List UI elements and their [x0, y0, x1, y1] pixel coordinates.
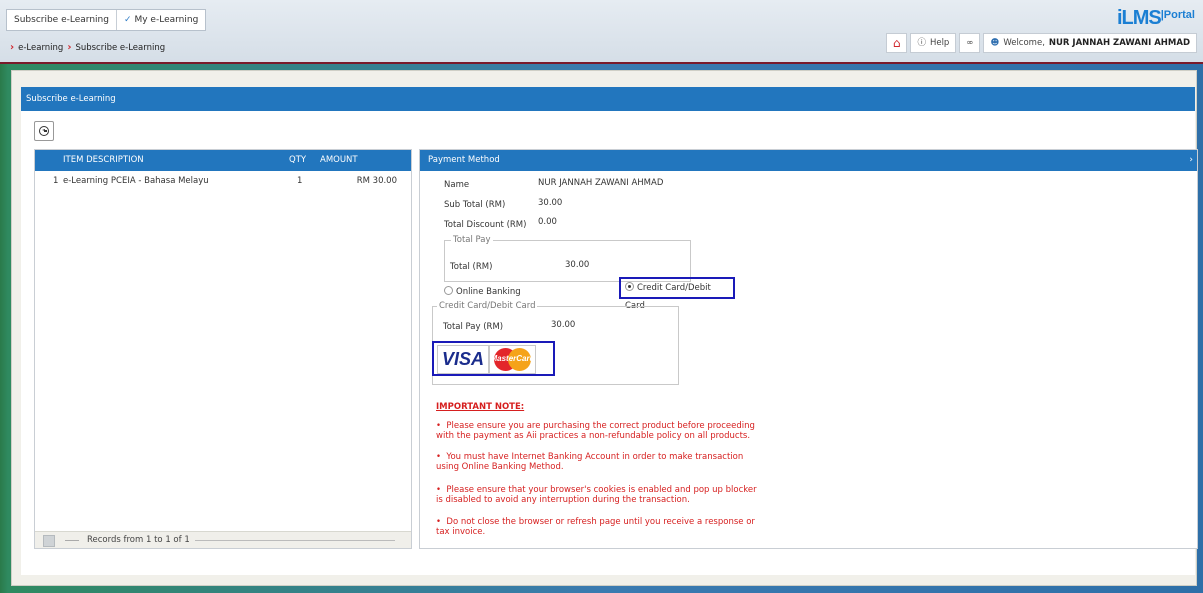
row-amount: RM 30.00	[356, 176, 397, 186]
card-legend: Credit Card/Debit Card	[437, 301, 538, 311]
back-button[interactable]	[34, 121, 54, 141]
note-text: You must have Internet Banking Account i…	[436, 452, 744, 472]
total-pay-fieldset: Total Pay Total (RM) 30.00	[444, 235, 691, 282]
column-header-description: ITEM DESCRIPTION	[63, 155, 144, 165]
total-label: Total (RM)	[450, 262, 493, 272]
divider	[65, 540, 79, 541]
panel-title: Subscribe e-Learning	[21, 87, 1195, 111]
note-item: • Please ensure that your browser's cook…	[436, 485, 766, 505]
help-label: Help	[929, 38, 950, 48]
user-icon: ☻	[990, 38, 1000, 48]
bullet: •	[436, 452, 447, 462]
radio-selected-icon	[625, 282, 634, 291]
items-table: ITEM DESCRIPTION QTY AMOUNT 1 e-Learning…	[34, 149, 412, 549]
radio-credit-card[interactable]: Credit Card/Debit Card	[619, 277, 735, 311]
card-total-value: 30.00	[551, 320, 576, 330]
bullet: •	[436, 517, 447, 527]
subtotal-label: Sub Total (RM)	[444, 200, 506, 210]
chevron-right-icon: ›	[1189, 155, 1193, 165]
mastercard-text: MasterCard	[490, 354, 535, 363]
user-profile[interactable]: ☻ Welcome, NUR JANNAH ZAWANI AHMAD	[983, 33, 1197, 53]
row-number: 1	[53, 176, 59, 186]
radio-icon	[444, 286, 453, 295]
table-footer: Records from 1 to 1 of 1	[35, 531, 411, 548]
note-item: • Please ensure you are purchasing the c…	[436, 421, 766, 441]
help-icon: ⓘ	[917, 38, 926, 48]
chevron-right-icon: ›	[67, 42, 72, 53]
items-table-header: ITEM DESCRIPTION QTY AMOUNT	[35, 150, 411, 171]
subscribe-panel: Subscribe e-Learning ITEM DESCRIPTION QT…	[21, 87, 1198, 575]
pagination-icon[interactable]	[43, 535, 55, 547]
breadcrumb-item-elearning[interactable]: e-Learning	[18, 43, 63, 53]
payment-method-panel: Payment Method › Name NUR JANNAH ZAWANI …	[419, 149, 1198, 549]
online-banking-label: Online Banking	[456, 287, 521, 297]
home-button[interactable]: ⌂	[885, 33, 908, 53]
link-icon: ∞	[966, 38, 974, 48]
settings-button[interactable]: ∞	[959, 33, 981, 53]
important-note-title: IMPORTANT NOTE:	[436, 402, 525, 412]
main-content: Subscribe e-Learning ITEM DESCRIPTION QT…	[11, 70, 1198, 586]
payment-method-title: Payment Method	[428, 155, 500, 165]
subtotal-value: 30.00	[538, 198, 563, 208]
user-name: NUR JANNAH ZAWANI AHMAD	[1048, 38, 1190, 48]
name-value: NUR JANNAH ZAWANI AHMAD	[538, 178, 664, 188]
discount-label: Total Discount (RM)	[444, 220, 527, 230]
chevron-right-icon: ›	[10, 42, 15, 53]
welcome-prefix: Welcome,	[1003, 38, 1045, 48]
breadcrumb: › e-Learning › Subscribe e-Learning	[10, 42, 165, 53]
records-count: Records from 1 to 1 of 1	[87, 535, 190, 545]
help-button[interactable]: ⓘ Help	[910, 33, 957, 53]
chevron-down-icon: ✓	[123, 15, 132, 25]
back-arrow-icon	[39, 126, 49, 136]
home-icon: ⌂	[892, 36, 901, 50]
logo-main: iLMS	[1116, 7, 1162, 29]
bullet: •	[436, 421, 447, 431]
total-pay-legend: Total Pay	[451, 235, 493, 245]
divider	[195, 540, 395, 541]
mastercard-logo: MasterCard	[489, 345, 536, 374]
radio-online-banking[interactable]: Online Banking	[444, 286, 521, 297]
note-text: Please ensure that your browser's cookie…	[436, 485, 757, 505]
note-item: • Do not close the browser or refresh pa…	[436, 517, 766, 537]
total-value: 30.00	[565, 260, 590, 270]
column-header-amount: AMOUNT	[320, 155, 358, 165]
visa-logo: VISA	[437, 345, 489, 374]
logo-suffix: |Portal	[1160, 9, 1195, 21]
ilms-logo: iLMS|Portal	[1117, 7, 1195, 30]
row-description: e-Learning PCEIA - Bahasa Melayu	[63, 176, 209, 186]
table-row[interactable]: 1 e-Learning PCEIA - Bahasa Melayu 1 RM …	[35, 174, 411, 188]
tab-my-elearning[interactable]: ✓ My e-Learning	[115, 10, 205, 30]
top-tabs: Subscribe e-Learning ✓ My e-Learning	[6, 9, 207, 31]
breadcrumb-item-subscribe[interactable]: Subscribe e-Learning	[75, 43, 165, 53]
top-bar: Subscribe e-Learning ✓ My e-Learning › e-…	[0, 0, 1203, 64]
row-qty: 1	[297, 176, 303, 186]
card-logos[interactable]: VISA MasterCard	[432, 341, 555, 376]
card-total-label: Total Pay (RM)	[443, 322, 504, 332]
name-label: Name	[444, 180, 470, 190]
bullet: •	[436, 485, 447, 495]
tab-label: My e-Learning	[134, 15, 199, 25]
note-text: Do not close the browser or refresh page…	[436, 517, 755, 537]
payment-method-header[interactable]: Payment Method ›	[420, 150, 1197, 171]
tab-label: Subscribe e-Learning	[14, 15, 109, 25]
note-item: • You must have Internet Banking Account…	[436, 452, 766, 472]
user-bar: ⌂ ⓘ Help ∞ ☻ Welcome, NUR JANNAH ZAWANI AHM…	[883, 33, 1197, 53]
discount-value: 0.00	[538, 217, 557, 227]
note-text: Please ensure you are purchasing the cor…	[436, 421, 755, 441]
tab-subscribe-elearning[interactable]: Subscribe e-Learning	[7, 10, 116, 30]
column-header-qty: QTY	[289, 155, 307, 165]
